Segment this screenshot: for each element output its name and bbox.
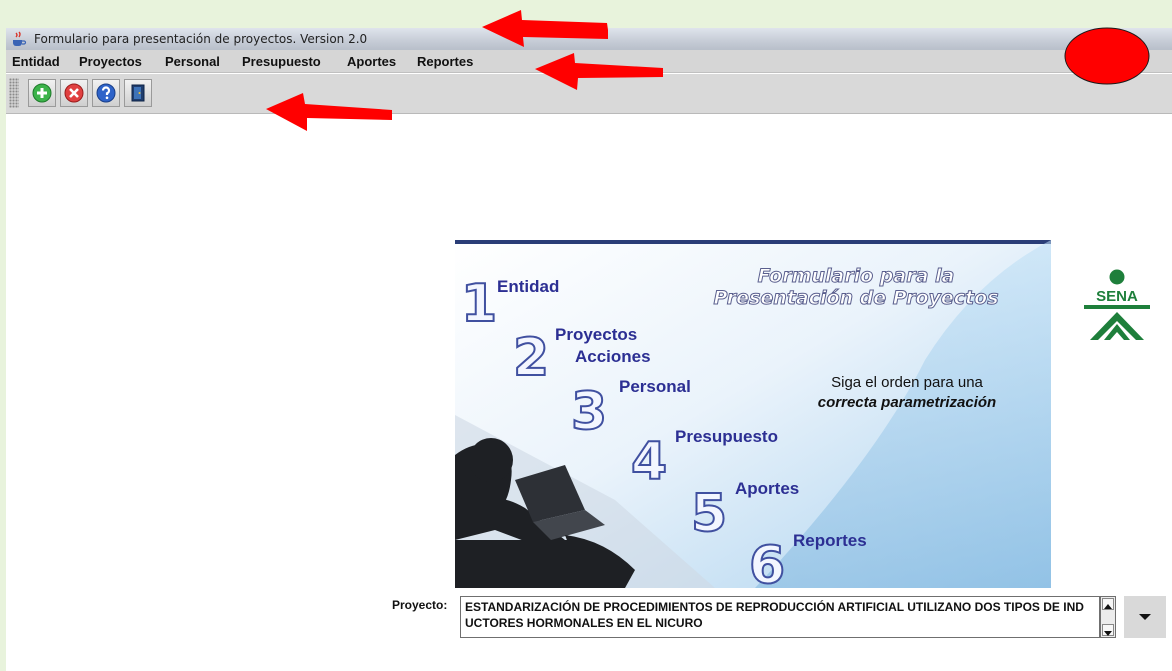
step-number-1: 1 (460, 274, 498, 334)
menu-presupuesto[interactable]: Presupuesto (242, 54, 321, 69)
step-number-6: 6 (748, 536, 786, 588)
window-title: Formulario para presentación de proyecto… (34, 32, 368, 46)
step-number-4: 4 (630, 432, 668, 492)
step-label-proyectos: Proyectos (555, 325, 638, 344)
add-icon (32, 83, 52, 103)
proyecto-label: Proyecto: (392, 598, 448, 612)
title-bar: Formulario para presentación de proyecto… (6, 28, 1172, 50)
step-label-presupuesto: Presupuesto (675, 427, 778, 446)
menu-bar: Entidad Proyectos Personal Presupuesto A… (6, 50, 1172, 73)
triangle-down-icon (1104, 631, 1112, 636)
sena-logo: SENA (1084, 269, 1150, 340)
help-icon (96, 83, 116, 103)
proyecto-text-area[interactable]: ESTANDARIZACIÓN DE PROCEDIMIENTOS DE REP… (460, 596, 1100, 638)
step-number-5: 5 (690, 484, 728, 544)
scroll-down-button[interactable] (1102, 624, 1114, 636)
add-button[interactable] (28, 79, 56, 107)
menu-reportes[interactable]: Reportes (417, 54, 473, 69)
banner-title-line2: Presentación de Proyectos (713, 286, 999, 309)
hint-line2: correcta parametrización (817, 394, 997, 412)
banner-title-line1: Formulario para la (757, 265, 955, 288)
menu-entidad[interactable]: Entidad (12, 54, 60, 69)
menu-personal[interactable]: Personal (165, 54, 220, 69)
cancel-icon (64, 83, 84, 103)
step-number-3: 3 (570, 382, 608, 442)
parametrization-hint: Siga el orden para una correcta parametr… (799, 373, 1015, 414)
exit-button[interactable] (124, 79, 152, 107)
step-label-personal: Personal (619, 377, 691, 396)
step-number-2: 2 (512, 328, 550, 388)
step-label-reportes: Reportes (793, 531, 867, 550)
chevron-down-icon (1139, 614, 1151, 620)
sena-logo-text: SENA (1096, 288, 1138, 305)
menu-proyectos[interactable]: Proyectos (79, 54, 142, 69)
welcome-banner: Formulario para la Presentación de Proye… (455, 240, 1051, 588)
proyecto-scrollbar[interactable] (1100, 596, 1116, 638)
java-coffee-icon (13, 31, 27, 46)
step-label-acciones: Acciones (575, 347, 651, 366)
exit-icon (131, 84, 145, 102)
toolbar (6, 74, 1172, 114)
hint-line1: Siga el orden para una (831, 374, 983, 391)
step-label-entidad: Entidad (497, 277, 560, 296)
help-button[interactable] (92, 79, 120, 107)
cancel-button[interactable] (60, 79, 88, 107)
step-label-aportes: Aportes (735, 479, 800, 498)
toolbar-grip[interactable] (9, 78, 19, 108)
proyecto-dropdown-button[interactable] (1124, 596, 1166, 638)
menu-aportes[interactable]: Aportes (347, 54, 396, 69)
scroll-up-button[interactable] (1102, 598, 1114, 610)
triangle-up-icon (1104, 604, 1112, 609)
proyecto-value: ESTANDARIZACIÓN DE PROCEDIMIENTOS DE REP… (465, 600, 1084, 630)
